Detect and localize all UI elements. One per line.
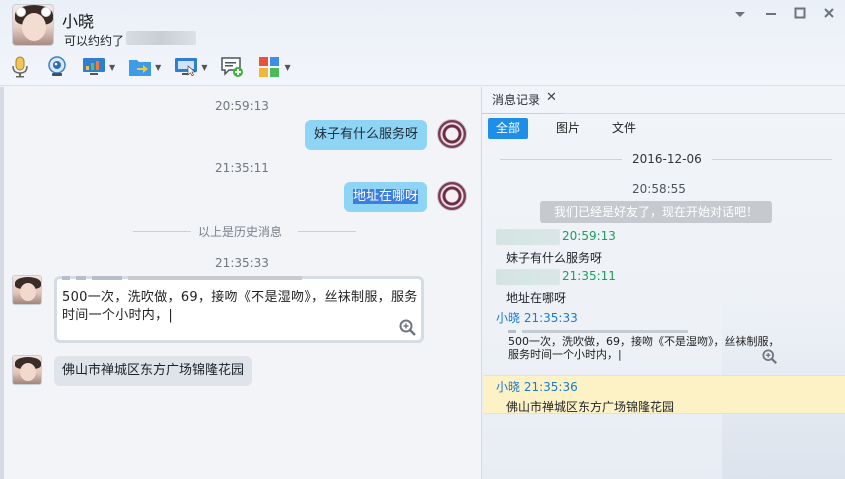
- chevron-down-icon[interactable]: ▼: [155, 63, 161, 72]
- filter-all[interactable]: 全部: [488, 118, 529, 139]
- screen-share-icon: [174, 56, 198, 78]
- close-icon[interactable]: ✕: [546, 90, 557, 105]
- chevron-down-icon[interactable]: ▼: [284, 63, 290, 72]
- message-timestamp: 21:35:11: [215, 161, 269, 175]
- system-notice: 我们已经是好友了，现在开始对话吧！: [540, 201, 772, 223]
- message-bubble-out[interactable]: 妹子有什么服务呀: [305, 120, 428, 150]
- start-discussion-button[interactable]: [220, 56, 244, 78]
- remote-desktop-button[interactable]: ▼: [82, 56, 115, 78]
- chevron-down-icon[interactable]: ▼: [109, 63, 115, 72]
- image-toolbar-strip: [62, 276, 302, 280]
- apps-grid-icon: [257, 56, 281, 78]
- blurred-sender: [496, 269, 560, 285]
- webcam-icon: [45, 56, 69, 78]
- message-bubble-in-image[interactable]: 500一次，洗吹做，69，接吻《不是湿吻》，丝袜制服，服务时间一个小时内，|: [54, 276, 424, 343]
- history-sender: 小晓 21:35:33: [496, 309, 578, 326]
- contact-avatar[interactable]: [12, 4, 54, 46]
- message-bubble-out[interactable]: 地址在哪呀: [344, 182, 428, 212]
- history-sender-name: 小晓: [496, 380, 521, 394]
- send-file-button[interactable]: ▼: [128, 56, 161, 78]
- video-call-button[interactable]: [45, 56, 69, 78]
- history-time: 21:35:33: [523, 311, 578, 325]
- history-message-text: 500一次，洗吹做，69，接吻《不是湿吻》，丝袜制服，服务时间一个小时内，|: [508, 335, 780, 361]
- history-message-text[interactable]: 妹子有什么服务呀: [506, 249, 602, 266]
- contact-avatar-small[interactable]: [12, 355, 42, 385]
- minimize-icon[interactable]: [761, 6, 781, 26]
- message-text: 佛山市禅城区东方广场锦隆花园: [62, 363, 245, 378]
- zoom-icon[interactable]: [399, 319, 417, 337]
- history-date: 2016-12-06: [632, 152, 702, 166]
- message-timestamp: 20:59:13: [215, 99, 269, 113]
- chevron-down-icon[interactable]: [730, 6, 750, 26]
- window-header: 小晓 可以约约了 ▼ ▼ ▼ ▼: [0, 0, 845, 86]
- contact-name[interactable]: 小晓: [62, 8, 94, 32]
- tab-underline: [482, 113, 564, 114]
- history-divider-label: 以上是历史消息: [197, 225, 282, 239]
- filter-files[interactable]: 文件: [604, 118, 644, 139]
- divider-line: [298, 231, 356, 232]
- message-text-selected: 地址在哪呀: [353, 189, 419, 204]
- message-history-panel: 消息记录 ✕ 全部 图片 文件 2016-12-06 20:58:55 我们已经…: [482, 87, 845, 479]
- message-bubble-in[interactable]: 佛山市禅城区东方广场锦隆花园: [54, 356, 253, 386]
- maximize-icon[interactable]: [790, 6, 810, 26]
- history-time: 21:35:36: [523, 380, 578, 394]
- filter-images[interactable]: 图片: [548, 118, 588, 139]
- history-timestamp: 20:58:55: [632, 182, 686, 196]
- history-message-text[interactable]: 地址在哪呀: [506, 289, 566, 306]
- self-avatar[interactable]: [437, 119, 467, 149]
- self-avatar[interactable]: [437, 181, 467, 211]
- tab-message-history[interactable]: 消息记录: [492, 91, 540, 108]
- message-timestamp: 21:35:33: [215, 256, 269, 270]
- chat-window: 小晓 可以约约了 ▼ ▼ ▼ ▼ 20:59:13 妹子有什么服务呀 21:35…: [0, 0, 845, 479]
- blurred-sender: [496, 229, 560, 245]
- history-time: 21:35:11: [562, 269, 616, 283]
- zoom-icon[interactable]: [762, 349, 778, 365]
- apps-button[interactable]: ▼: [257, 56, 291, 78]
- monitor-icon: [82, 56, 106, 78]
- voice-call-button[interactable]: [8, 56, 32, 78]
- microphone-icon: [8, 56, 32, 78]
- history-message-text[interactable]: 佛山市禅城区东方广场锦隆花园: [506, 398, 674, 415]
- history-sender-name: 小晓: [496, 311, 521, 325]
- history-image-message[interactable]: 500一次，洗吹做，69，接吻《不是湿吻》，丝袜制服，服务时间一个小时内，|: [508, 330, 788, 367]
- history-sender: 小晓 21:35:36: [496, 378, 578, 395]
- contact-avatar-small[interactable]: [12, 275, 42, 305]
- message-text: 妹子有什么服务呀: [314, 127, 419, 142]
- folder-send-icon: [128, 56, 152, 78]
- screen-share-button[interactable]: ▼: [174, 56, 207, 78]
- history-time: 20:59:13: [562, 229, 616, 243]
- chevron-down-icon[interactable]: ▼: [201, 63, 207, 72]
- blurred-region: [126, 31, 196, 45]
- image-toolbar-strip: [508, 330, 688, 333]
- tab-bar-line: [564, 113, 845, 114]
- message-text: 500一次，洗吹做，69，接吻《不是湿吻》，丝袜制服，服务时间一个小时内，|: [62, 290, 418, 323]
- close-icon[interactable]: [819, 6, 839, 26]
- toolbar: ▼ ▼ ▼ ▼: [8, 54, 304, 80]
- contact-signature: 可以约约了: [64, 34, 125, 48]
- chat-add-icon: [220, 56, 244, 78]
